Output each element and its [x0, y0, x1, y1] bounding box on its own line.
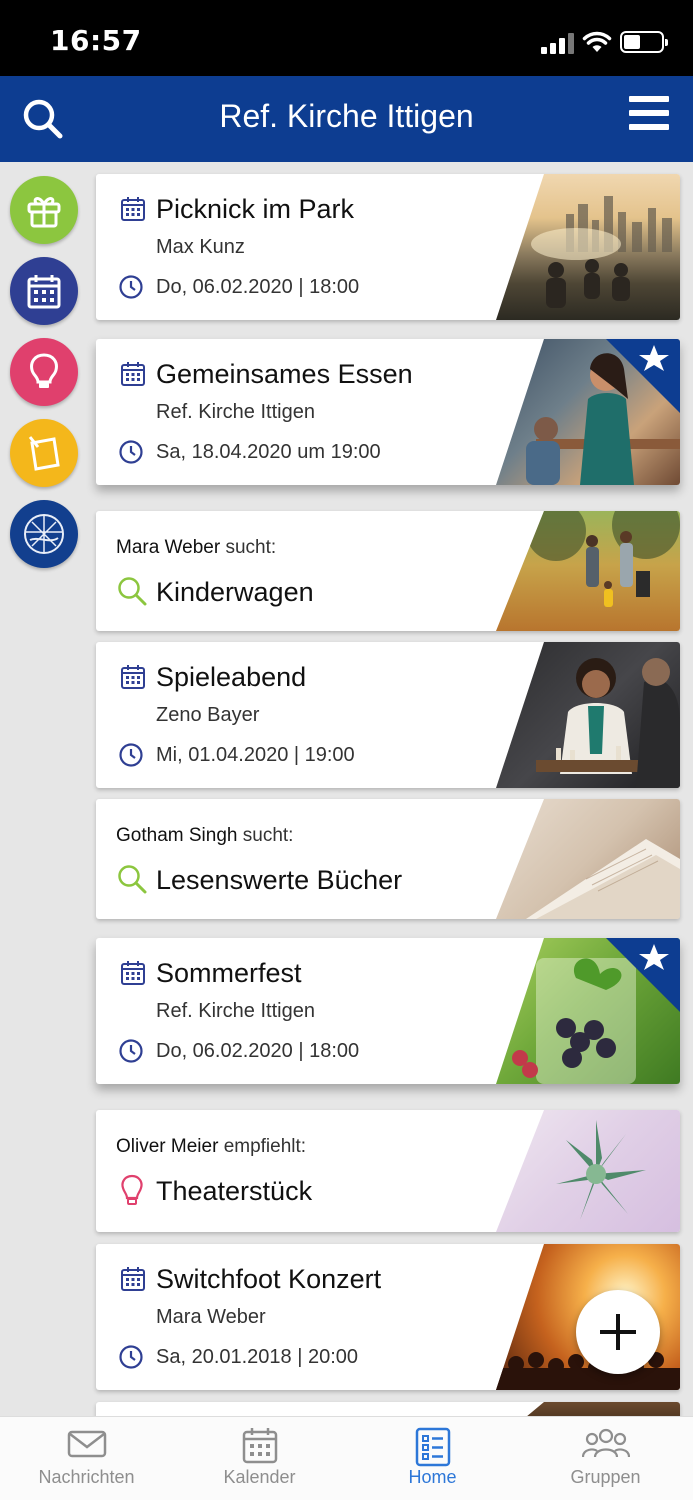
event-photo [496, 174, 680, 320]
search-author: Mara Weber sucht: [116, 537, 277, 558]
tab-label: Kalender [223, 1467, 296, 1487]
app-header: Ref. Kirche Ittigen [0, 76, 693, 162]
event-date: Mi, 01.04.2020 | 19:00 [156, 744, 355, 766]
feed-card-recommendation[interactable]: Oliver Meier empfiehlt: Theaterstück [96, 1110, 680, 1232]
category-idea-button[interactable] [10, 338, 78, 406]
featured-star-icon [606, 339, 680, 413]
tab-home[interactable]: Home [346, 1417, 519, 1500]
tab-kalender[interactable]: Kalender [173, 1417, 346, 1500]
event-title: Gemeinsames Essen [156, 359, 413, 389]
search-photo [496, 511, 680, 631]
calendar-icon [121, 197, 145, 221]
church-logo-button[interactable] [10, 500, 78, 568]
page-title: Ref. Kirche Ittigen [219, 98, 474, 134]
event-organizer: Ref. Kirche Ittigen [156, 1000, 315, 1022]
search-author: Gotham Singh sucht: [116, 825, 294, 846]
featured-star-icon [606, 938, 680, 1012]
tab-nachrichten[interactable]: Nachrichten [0, 1417, 173, 1500]
clock-icon [119, 1039, 143, 1063]
wifi-icon [582, 31, 612, 52]
lightbulb-icon [121, 1174, 143, 1205]
feed-card-search[interactable]: Mara Weber sucht: Kinderwagen [96, 511, 680, 631]
search-title: Kinderwagen [156, 577, 314, 607]
tab-label: Home [408, 1467, 457, 1487]
tab-gruppen[interactable]: Gruppen [519, 1417, 692, 1500]
clock-icon [119, 1345, 143, 1369]
envelope-icon [67, 1430, 106, 1458]
recommend-photo [496, 1110, 680, 1232]
event-date: Do, 06.02.2020 | 18:00 [156, 276, 360, 298]
feed-card-search[interactable]: Gotham Singh sucht: Lesenswerte Bücher [96, 799, 680, 919]
event-title: Sommerfest [156, 958, 302, 988]
search-title: Lesenswerte Bücher [156, 865, 403, 895]
event-organizer: Zeno Bayer [156, 704, 260, 726]
gift-icon [27, 197, 61, 228]
hamburger-menu-icon[interactable] [629, 96, 669, 132]
event-date: Do, 06.02.2020 | 18:00 [156, 1040, 360, 1062]
add-button[interactable] [576, 1290, 660, 1374]
list-icon [415, 1427, 450, 1467]
calendar-icon [242, 1428, 277, 1464]
recommend-author: Oliver Meier empfiehlt: [116, 1136, 307, 1157]
clock-icon [119, 440, 143, 464]
search-icon [118, 577, 147, 606]
search-photo [496, 799, 680, 919]
battery-icon [620, 31, 668, 53]
lightbulb-icon [30, 353, 58, 388]
event-organizer: Max Kunz [156, 236, 245, 258]
feed-card-event-featured[interactable]: Gemeinsames Essen Ref. Kirche Ittigen Sa… [96, 339, 680, 485]
event-title: Picknick im Park [156, 194, 355, 224]
feed-card-event-featured[interactable]: Sommerfest Ref. Kirche Ittigen Do, 06.02… [96, 938, 680, 1084]
calendar-icon [121, 961, 145, 985]
clock-icon [119, 275, 143, 299]
event-date: Sa, 18.04.2020 um 19:00 [156, 441, 381, 463]
status-bar: 16:57 [0, 0, 693, 76]
tab-label: Nachrichten [38, 1467, 135, 1487]
cellular-signal-icon [541, 32, 577, 54]
feed-card-event[interactable]: Picknick im Park Max Kunz Do, 06.02.2020… [96, 174, 680, 320]
calendar-icon [121, 1267, 145, 1291]
note-icon [28, 436, 60, 471]
category-gift-button[interactable] [10, 176, 78, 244]
church-logo-icon [24, 514, 64, 554]
event-organizer: Mara Weber [156, 1306, 266, 1328]
category-calendar-button[interactable] [10, 257, 78, 325]
calendar-icon [27, 275, 61, 309]
status-time: 16:57 [50, 24, 142, 57]
calendar-icon [121, 665, 145, 689]
event-title: Spieleabend [156, 662, 307, 692]
category-note-button[interactable] [10, 419, 78, 487]
clock-icon [119, 743, 143, 767]
calendar-icon [121, 362, 145, 386]
recommend-title: Theaterstück [156, 1176, 313, 1206]
event-organizer: Ref. Kirche Ittigen [156, 401, 315, 423]
event-photo [496, 642, 680, 788]
tab-label: Gruppen [570, 1467, 641, 1487]
search-icon [118, 865, 147, 894]
tab-bar: Nachrichten Kalender Home Gruppen [0, 1416, 693, 1500]
feed-card-event[interactable]: Spieleabend Zeno Bayer Mi, 01.04.2020 | … [96, 642, 680, 788]
people-icon [581, 1428, 630, 1458]
event-title: Switchfoot Konzert [156, 1264, 382, 1294]
event-date: Sa, 20.01.2018 | 20:00 [156, 1346, 359, 1368]
